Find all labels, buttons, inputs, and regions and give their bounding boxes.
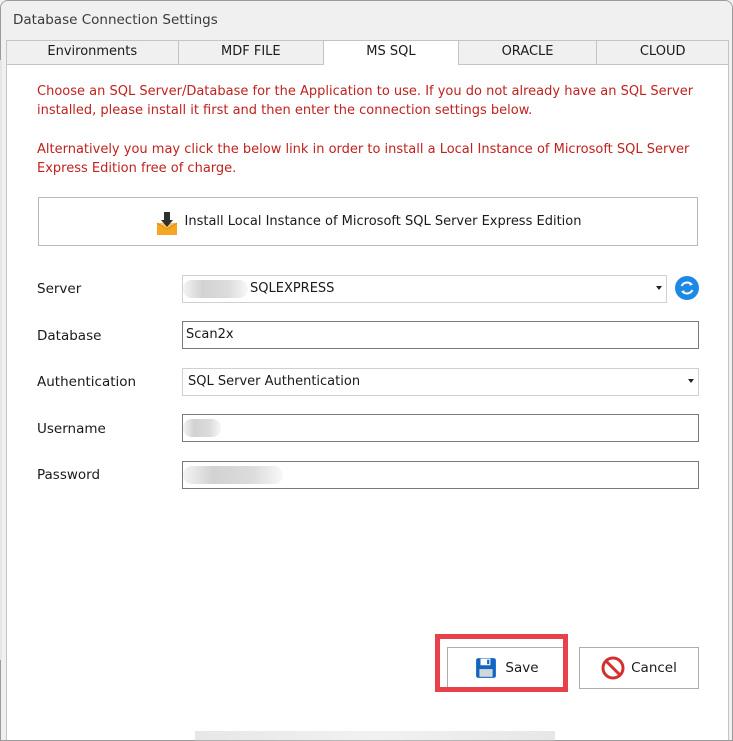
database-label: Database xyxy=(37,328,102,344)
chevron-down-icon xyxy=(656,286,662,290)
authentication-value: SQL Server Authentication xyxy=(188,374,361,389)
save-button[interactable]: Save xyxy=(447,647,567,689)
cancel-button[interactable]: Cancel xyxy=(579,647,699,689)
install-button-label: Install Local Instance of Microsoft SQL … xyxy=(184,214,582,229)
redacted-region xyxy=(183,419,221,437)
tab-environments[interactable]: Environments xyxy=(6,40,179,64)
chevron-down-icon xyxy=(688,379,694,383)
authentication-select[interactable]: SQL Server Authentication xyxy=(182,368,699,396)
username-label: Username xyxy=(37,421,106,437)
cancel-circle-icon xyxy=(601,656,625,680)
install-sql-express-button[interactable]: Install Local Instance of Microsoft SQL … xyxy=(38,197,698,246)
username-input[interactable] xyxy=(182,414,699,442)
title-bar: Database Connection Settings xyxy=(1,1,732,39)
tab-ms-sql[interactable]: MS SQL xyxy=(323,40,459,65)
background-text-blur xyxy=(195,731,555,741)
server-label: Server xyxy=(37,281,82,297)
background-edge xyxy=(0,60,2,660)
info-text-1: Choose an SQL Server/Database for the Ap… xyxy=(37,84,694,118)
redacted-region xyxy=(183,280,248,298)
tab-strip: Environments MDF FILE MS SQL ORACLE CLOU… xyxy=(6,40,729,65)
server-select[interactable]: SQLEXPRESS xyxy=(182,275,667,303)
password-input[interactable] xyxy=(182,461,699,489)
authentication-label: Authentication xyxy=(37,374,137,390)
save-button-label: Save xyxy=(505,660,539,676)
database-input[interactable]: Scan2x xyxy=(182,321,699,349)
password-label: Password xyxy=(37,467,101,483)
tab-cloud[interactable]: CLOUD xyxy=(596,40,729,64)
tab-oracle[interactable]: ORACLE xyxy=(457,40,598,64)
info-text-2: Alternatively you may click the below li… xyxy=(37,142,690,176)
redacted-region xyxy=(183,466,283,484)
dialog-window: Database Connection Settings Environment… xyxy=(0,0,733,741)
floppy-disk-icon xyxy=(476,658,497,678)
refresh-icon[interactable] xyxy=(675,276,699,300)
window-title: Database Connection Settings xyxy=(13,12,218,28)
cancel-button-label: Cancel xyxy=(631,660,677,676)
tab-mdf-file[interactable]: MDF FILE xyxy=(177,40,325,64)
server-value: SQLEXPRESS xyxy=(250,281,335,296)
ms-sql-panel: Choose an SQL Server/Database for the Ap… xyxy=(6,64,729,740)
download-box-icon xyxy=(156,211,177,235)
